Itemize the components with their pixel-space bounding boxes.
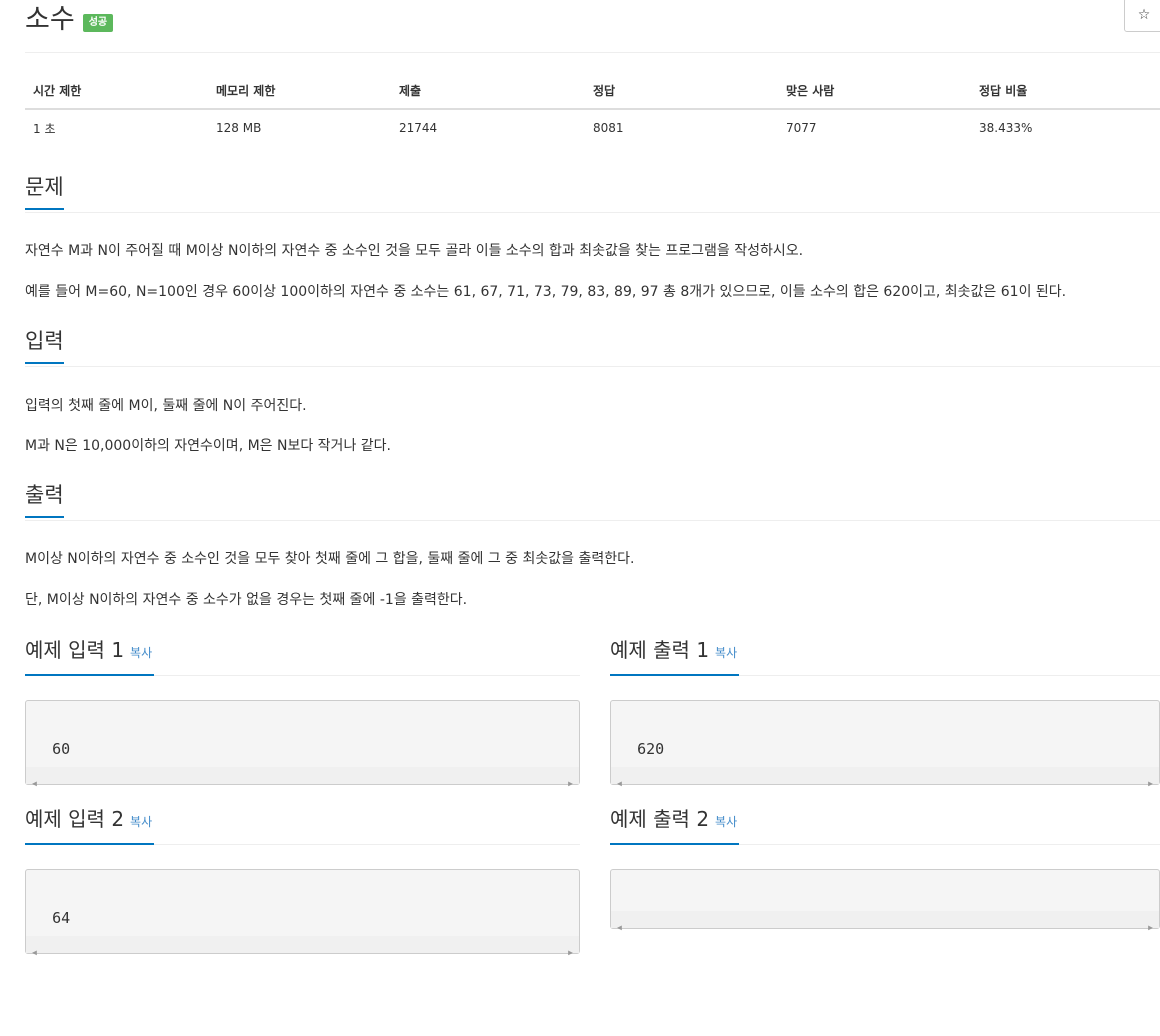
sample-input-2-box[interactable]: 64 65 ◀ ▶ xyxy=(25,869,580,957)
header-accepted: 정답 xyxy=(585,72,778,110)
sample-input-1-box[interactable]: 60 100 ◀ ▶ xyxy=(25,700,580,788)
scroll-left-icon[interactable]: ◀ xyxy=(617,771,622,796)
sample-output-2-header: 예제 출력 2 복사 xyxy=(610,804,1160,845)
header-solvers: 맞은 사람 xyxy=(778,72,971,110)
scroll-left-icon[interactable]: ◀ xyxy=(32,940,37,965)
sample-output-1-box[interactable]: 620 61 ◀ ▶ xyxy=(610,700,1160,788)
sample-input-1-title: 예제 입력 1 복사 xyxy=(25,635,155,676)
section-output-header: 출력 xyxy=(25,480,1160,521)
header-time-limit: 시간 제한 xyxy=(25,72,208,110)
scroll-right-icon[interactable]: ▶ xyxy=(1148,915,1153,940)
value-solvers: 7077 xyxy=(786,121,817,135)
copy-button[interactable]: 복사 xyxy=(130,815,152,829)
scroll-left-icon[interactable]: ◀ xyxy=(617,915,622,940)
header-memory-limit: 메모리 제한 xyxy=(208,72,391,110)
scroll-left-icon[interactable]: ◀ xyxy=(32,771,37,796)
value-accepted: 8081 xyxy=(593,121,624,135)
input-line-1: 입력의 첫째 줄에 M이, 둘째 줄에 N이 주어진다. xyxy=(25,398,307,414)
output-line-2: 단, M이상 N이하의 자연수 중 소수가 없을 경우는 첫째 줄에 -1을 출… xyxy=(25,592,468,608)
section-description-title: 문제 xyxy=(25,172,64,210)
horizontal-scrollbar[interactable]: ◀ ▶ xyxy=(611,767,1159,788)
section-output-title: 출력 xyxy=(25,480,64,518)
scroll-right-icon[interactable]: ▶ xyxy=(568,940,573,965)
table-row: 1 초 128 MB 21744 8081 7077 38.433% xyxy=(25,109,1160,146)
sample-output-1-header: 예제 출력 1 복사 xyxy=(610,635,1160,676)
scroll-right-icon[interactable]: ▶ xyxy=(1148,771,1153,796)
horizontal-scrollbar[interactable]: ◀ ▶ xyxy=(26,936,579,957)
value-memory-limit: 128 MB xyxy=(216,121,262,135)
sample-input-2-title: 예제 입력 2 복사 xyxy=(25,804,155,845)
table-header-row: 시간 제한 메모리 제한 제출 정답 맞은 사람 정답 비율 xyxy=(25,72,1160,110)
copy-button[interactable]: 복사 xyxy=(715,815,737,829)
sample-output-2-box[interactable]: -1 ◀ ▶ xyxy=(610,869,1160,932)
horizontal-scrollbar[interactable]: ◀ ▶ xyxy=(26,767,579,788)
star-button[interactable]: ☆ xyxy=(1124,0,1160,32)
section-input-header: 입력 xyxy=(25,326,1160,367)
sample-input-2-label: 예제 입력 2 xyxy=(25,807,125,831)
sample-input-1-label: 예제 입력 1 xyxy=(25,638,125,662)
horizontal-scrollbar[interactable]: ◀ ▶ xyxy=(611,911,1159,932)
sample-output-1-title: 예제 출력 1 복사 xyxy=(610,635,740,676)
sample-output-1-label: 예제 출력 1 xyxy=(610,638,710,662)
problem-title: 소수 xyxy=(25,4,75,35)
sample-input-1-header: 예제 입력 1 복사 xyxy=(25,635,580,676)
problem-info-table: 시간 제한 메모리 제한 제출 정답 맞은 사람 정답 비율 1 초 128 M… xyxy=(25,72,1160,146)
value-ratio: 38.433% xyxy=(979,121,1033,135)
value-time-limit: 1 초 xyxy=(33,121,56,136)
header-submissions: 제출 xyxy=(391,72,585,110)
description-line-2: 예를 들어 M=60, N=100인 경우 60이상 100이하의 자연수 중 … xyxy=(25,284,1067,300)
section-input-title: 입력 xyxy=(25,326,64,364)
sample-output-2-label: 예제 출력 2 xyxy=(610,807,710,831)
value-submissions: 21744 xyxy=(399,121,438,135)
scroll-right-icon[interactable]: ▶ xyxy=(568,771,573,796)
section-description-header: 문제 xyxy=(25,172,1160,213)
sample-input-2-header: 예제 입력 2 복사 xyxy=(25,804,580,845)
star-icon: ☆ xyxy=(1137,7,1151,23)
copy-button[interactable]: 복사 xyxy=(715,646,737,660)
input-line-2: M과 N은 10,000이하의 자연수이며, M은 N보다 작거나 같다. xyxy=(25,438,391,454)
copy-button[interactable]: 복사 xyxy=(130,646,152,660)
status-badge: 성공 xyxy=(82,14,114,32)
output-line-1: M이상 N이하의 자연수 중 소수인 것을 모두 찾아 첫째 줄에 그 합을, … xyxy=(25,551,635,567)
header-ratio: 정답 비율 xyxy=(971,72,1160,110)
description-line-1: 자연수 M과 N이 주어질 때 M이상 N이하의 자연수 중 소수인 것을 모두… xyxy=(25,243,804,259)
divider xyxy=(25,52,1160,53)
title-row: 소수 성공 xyxy=(25,0,114,40)
sample-output-2-title: 예제 출력 2 복사 xyxy=(610,804,740,845)
